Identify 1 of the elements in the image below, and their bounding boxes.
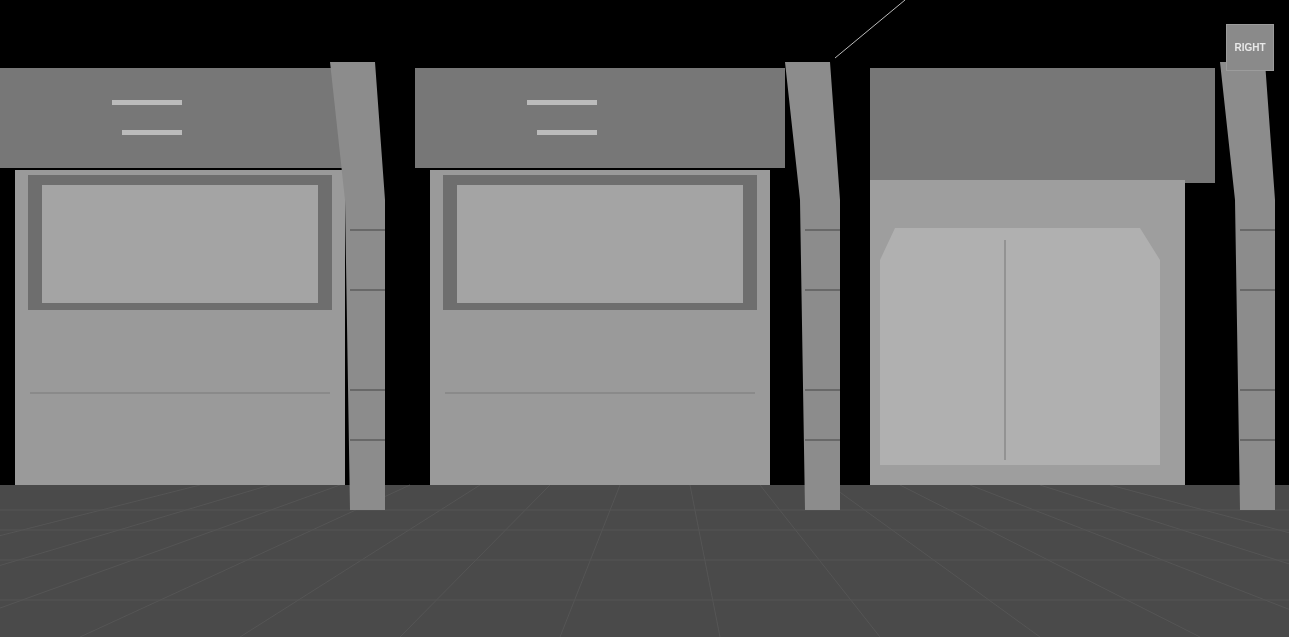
view-cube[interactable]: RIGHT <box>1226 24 1274 71</box>
